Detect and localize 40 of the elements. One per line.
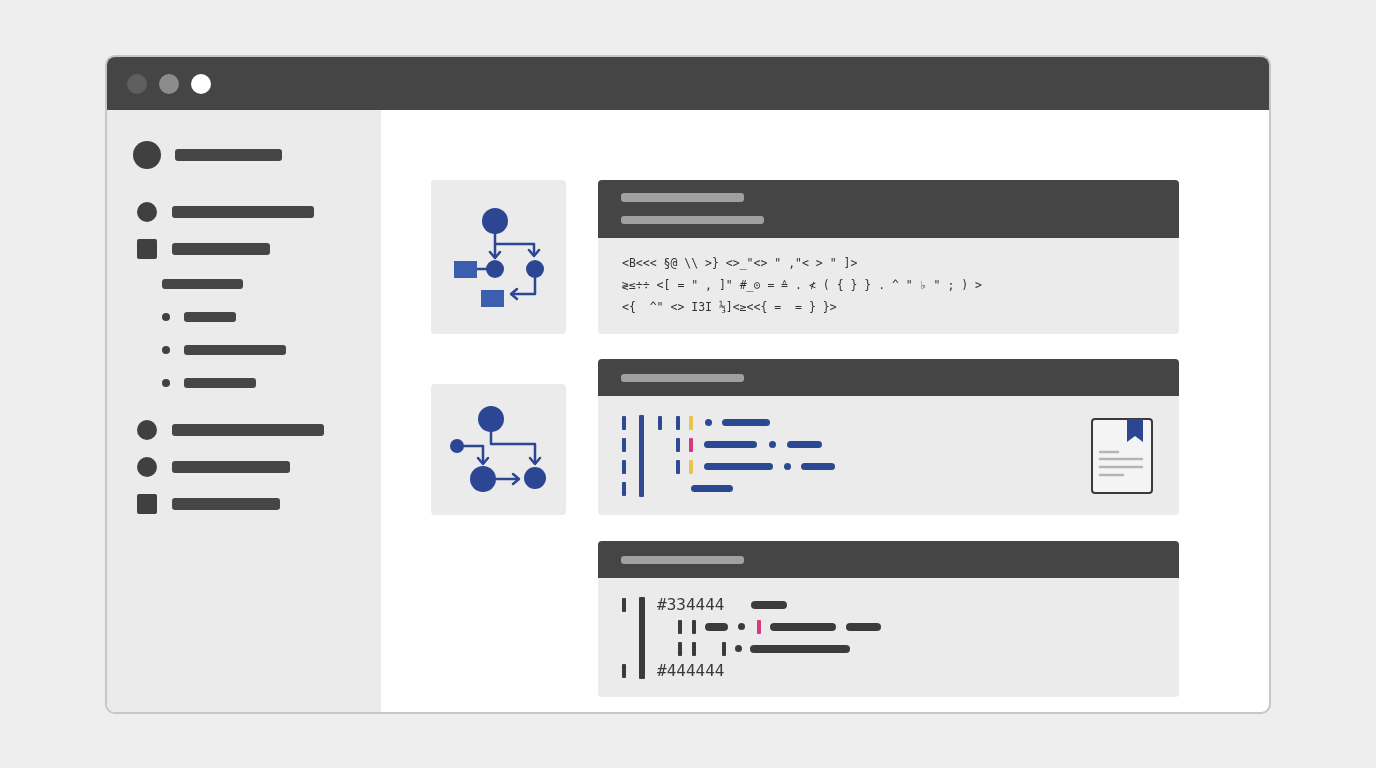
placeholder-bar: [770, 622, 836, 631]
square-icon: [137, 238, 157, 259]
square-icon: [137, 493, 157, 514]
placeholder-bar: [846, 622, 881, 631]
indent-guide: [622, 437, 626, 452]
bullet-icon: [162, 345, 170, 354]
indent-guide: [622, 597, 626, 612]
placeholder-bar: [751, 600, 788, 609]
indent-guide: [676, 437, 680, 452]
placeholder-bar: [705, 622, 728, 631]
placeholder-bar: [691, 485, 733, 492]
code-line: <{ ^" <> I3I ⅓]<≥<<{ = = } }>: [622, 299, 837, 316]
indent-guide: [658, 415, 662, 430]
indent-guide: [678, 641, 682, 656]
placeholder-bar: [184, 377, 256, 388]
indent-guide: [722, 641, 726, 656]
bullet-icon: [162, 378, 170, 387]
code-line: <B<<< §@ \\ >} <>_"<> " ,"< > " ]>: [622, 255, 858, 272]
placeholder-bar: [722, 419, 770, 426]
window-control-icon[interactable]: [191, 73, 211, 94]
indent-guide: [622, 459, 626, 474]
code-line: ≷≤÷÷ <[ = " , ]" #_⊙ = ≙ . ≮ ( { } } . ^ " ♭ " ; ) >: [622, 277, 983, 294]
placeholder-bar: [704, 441, 757, 448]
indent-guide: [676, 459, 680, 474]
indent-guide: [622, 663, 626, 678]
avatar-icon: [133, 141, 161, 169]
indent-guide: [692, 641, 696, 656]
indent-guide: [676, 415, 680, 430]
bullet-icon: [162, 312, 170, 321]
indent-guide: [622, 415, 626, 430]
placeholder-bar: [801, 463, 835, 470]
indent-guide: [692, 619, 696, 634]
indent-guide: [678, 619, 682, 634]
document-icon: [1091, 417, 1153, 494]
placeholder-bar: [184, 311, 236, 322]
indent-guide: [622, 481, 626, 496]
placeholder-bar: [704, 463, 773, 470]
color-code: #444444: [657, 659, 725, 682]
color-code: #334444: [657, 593, 725, 616]
placeholder-bar: [787, 441, 822, 448]
